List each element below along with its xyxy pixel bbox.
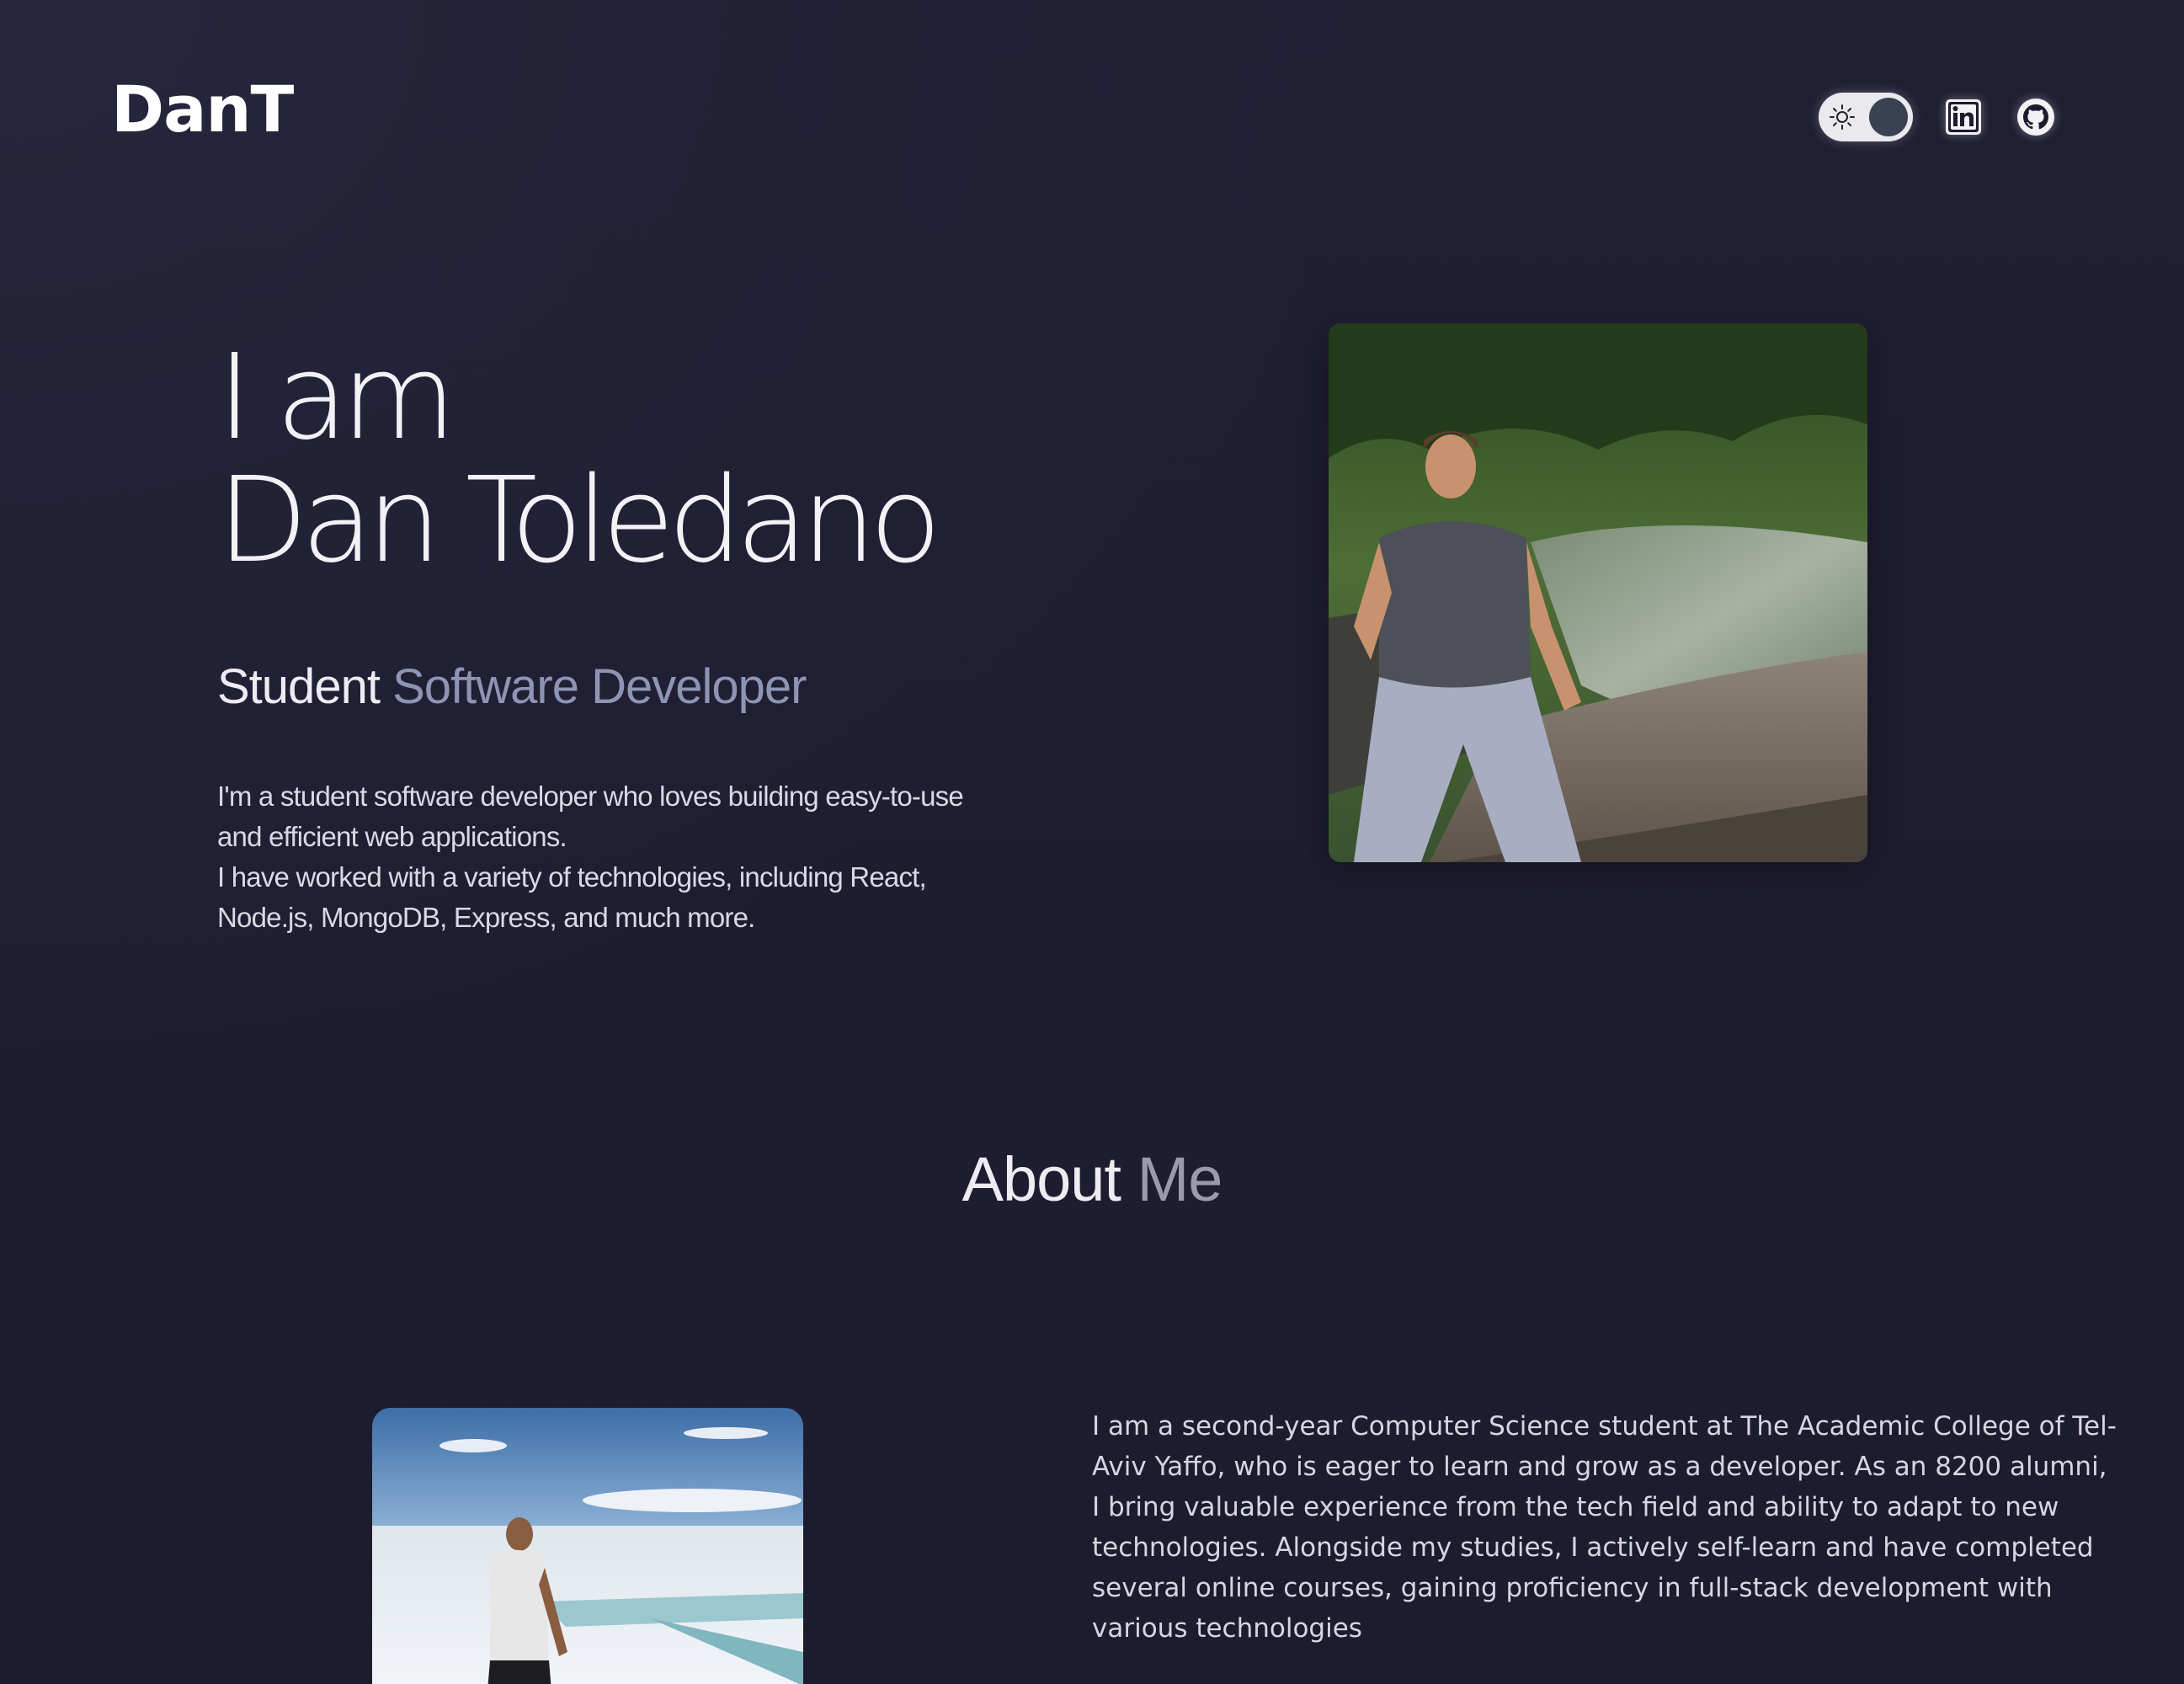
theme-toggle[interactable]: [1819, 93, 1913, 141]
about-heading-part1: About: [961, 1144, 1121, 1214]
hero-profile-photo: [1329, 323, 1867, 862]
toggle-knob: [1869, 98, 1908, 136]
hero-title-line1: I am: [217, 329, 456, 466]
hero-title: I am Dan Toledano: [217, 329, 941, 589]
portfolio-page: DanT I am Dan Toledano Student Software …: [0, 0, 2184, 1684]
hero-title-line2: Dan Toledano: [217, 452, 941, 589]
hero-description-p1: I'm a student software developer who lov…: [217, 781, 964, 852]
github-icon[interactable]: [2014, 95, 2058, 139]
about-photo: [372, 1408, 803, 1684]
about-text: I am a second-year Computer Science stud…: [1092, 1411, 2117, 1644]
hero-description-p2: I have worked with a variety of technolo…: [217, 861, 927, 933]
hero-subtitle-part1: Student: [217, 659, 381, 714]
about-heading-part2: Me: [1137, 1144, 1223, 1214]
hero-description: I'm a student software developer who lov…: [217, 776, 975, 938]
about-heading: About Me: [0, 1148, 2184, 1211]
sun-icon: [1830, 104, 1855, 130]
site-logo[interactable]: DanT: [111, 77, 294, 141]
hero-subtitle-part2: Software Developer: [392, 659, 807, 714]
linkedin-icon[interactable]: [1942, 95, 1985, 139]
hero-subtitle: Student Software Developer: [217, 659, 807, 714]
header-actions: [1819, 91, 2058, 143]
